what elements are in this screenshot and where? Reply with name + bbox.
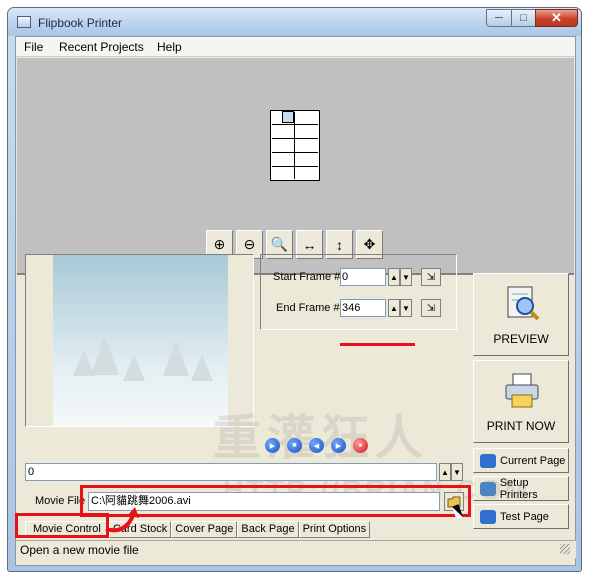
end-frame-label: End Frame # (276, 302, 340, 314)
end-frame-input[interactable]: 346 (340, 299, 386, 317)
movie-control-tab-highlight (15, 513, 109, 538)
tab-print-options[interactable]: Print Options (298, 521, 371, 538)
minimize-button[interactable]: ─ (486, 9, 512, 27)
current-page-label: Current Page (500, 454, 566, 467)
close-button[interactable]: ✕ (535, 9, 578, 27)
page-preview-area: ⊕ ⊖ 🔍 ↔ ↕ ✥ (17, 58, 574, 275)
preview-magnifier-icon (507, 286, 540, 321)
test-page-printer-icon (480, 509, 496, 524)
record-icon[interactable]: ● (353, 438, 368, 453)
menu-file[interactable]: File (24, 40, 43, 54)
frame-position-input[interactable]: 0 (25, 463, 437, 481)
current-page-button[interactable]: Current Page (473, 448, 569, 473)
fast-forward-icon[interactable]: ▶ (331, 438, 346, 453)
highlight-arrow-icon (105, 507, 139, 533)
page-layout-icon (270, 110, 320, 181)
menu-bar: File Recent Projects Help (16, 37, 575, 57)
menu-recent-projects[interactable]: Recent Projects (59, 40, 144, 54)
status-bar: Open a new movie file (16, 540, 576, 558)
resize-grip-icon[interactable] (560, 544, 570, 554)
print-now-button[interactable]: PRINT NOW (473, 360, 569, 443)
preview-label: PREVIEW (493, 332, 549, 346)
maximize-button[interactable]: □ (511, 9, 536, 27)
frame-position-spinner[interactable]: ▲ ▼ (439, 463, 463, 481)
movie-frame-image (53, 255, 228, 426)
current-page-printer-icon (480, 453, 496, 468)
preview-button[interactable]: PREVIEW (473, 273, 569, 356)
start-frame-input[interactable]: 0 (340, 268, 386, 286)
test-page-label: Test Page (500, 510, 549, 523)
status-text: Open a new movie file (20, 543, 139, 557)
frame-range-group: Start Frame # 0 ▲ ▼ ⇲ End Frame # 346 ▲ ▼ … (260, 254, 457, 330)
tab-back-page[interactable]: Back Page (237, 521, 299, 538)
window-title: Flipbook Printer (38, 16, 123, 30)
movie-file-label: Movie File (35, 495, 86, 507)
test-page-button[interactable]: Test Page (473, 504, 569, 529)
printer-icon (505, 373, 539, 408)
start-frame-spinner[interactable]: ▲ ▼ (388, 268, 412, 286)
end-frame-underline (340, 343, 415, 346)
start-frame-apply-icon[interactable]: ⇲ (421, 268, 441, 286)
play-icon[interactable]: ▶ (265, 438, 280, 453)
rewind-icon[interactable]: ◀ (309, 438, 324, 453)
watermark-logo: 重灌狂人 (213, 410, 430, 466)
end-frame-apply-icon[interactable]: ⇲ (421, 299, 441, 317)
tab-cover-page[interactable]: Cover Page (171, 521, 238, 538)
title-bar[interactable]: Flipbook Printer ─ □ ✕ (8, 8, 581, 36)
start-frame-label: Start Frame # (273, 271, 341, 283)
print-now-label: PRINT NOW (486, 419, 556, 433)
stop-icon[interactable]: ■ (287, 438, 302, 453)
app-window: Flipbook Printer ─ □ ✕ File Recent Proje… (7, 7, 582, 572)
app-icon (17, 16, 31, 28)
menu-help[interactable]: Help (157, 40, 182, 54)
end-frame-spinner[interactable]: ▲ ▼ (388, 299, 412, 317)
